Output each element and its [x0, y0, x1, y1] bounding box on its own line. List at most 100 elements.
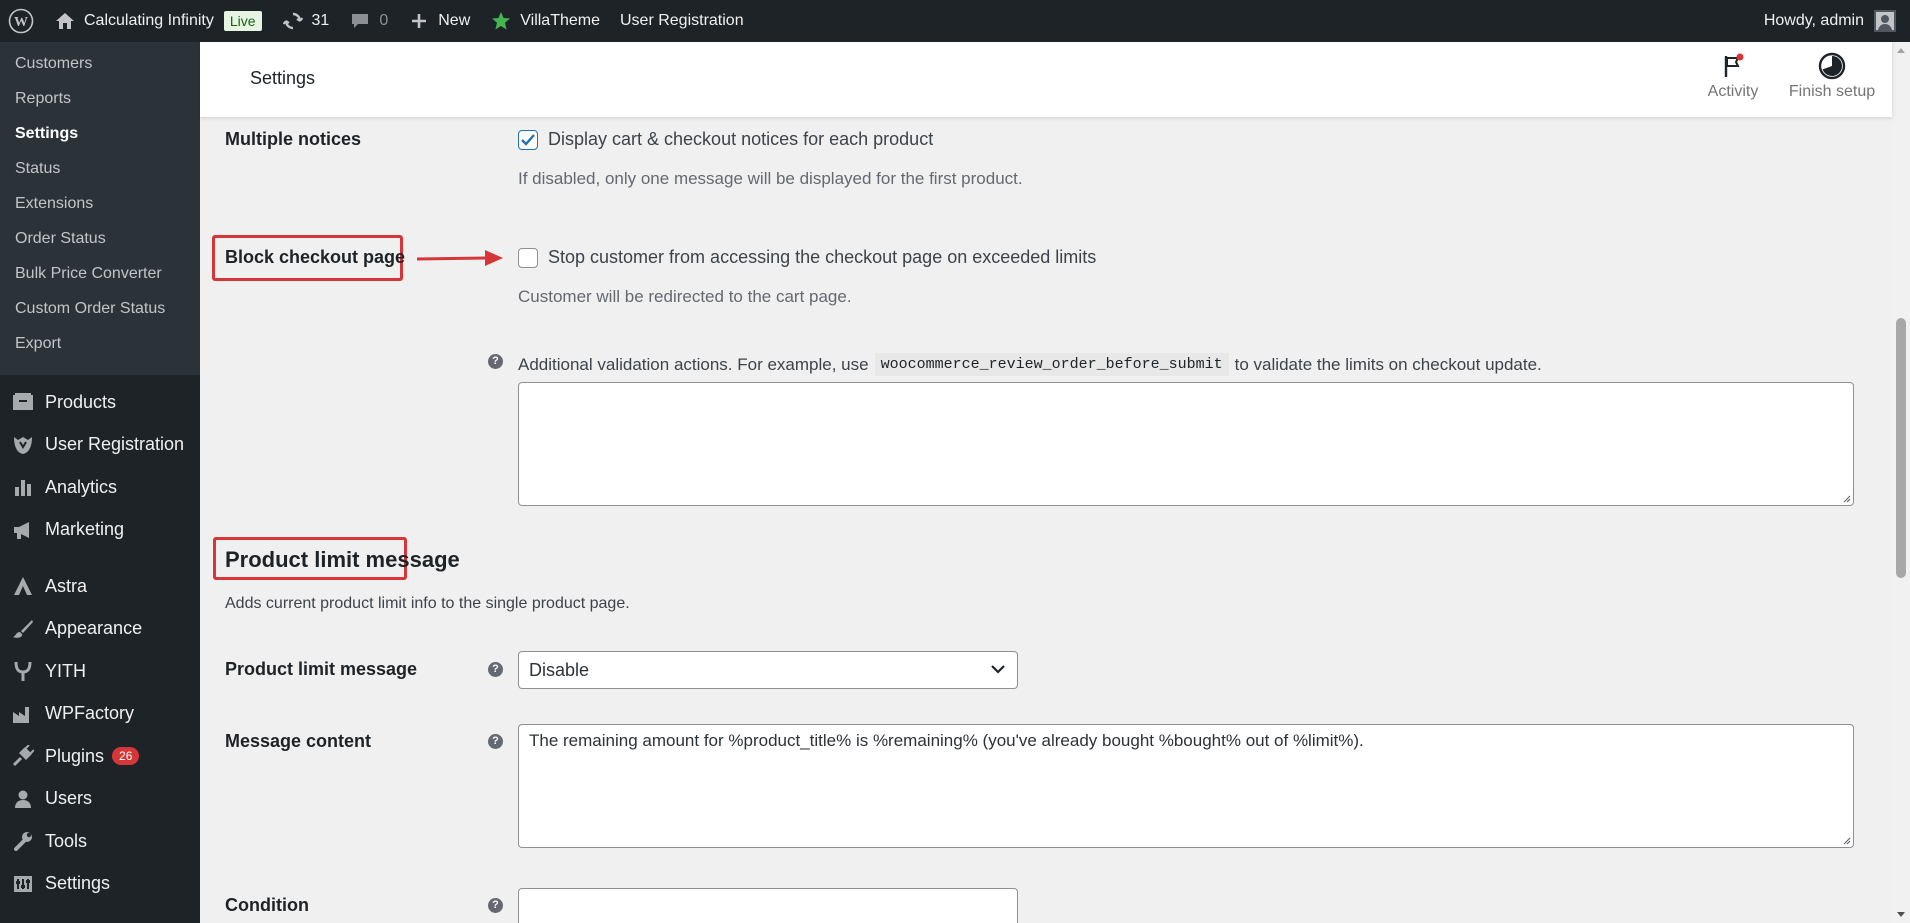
- menu-label: Tools: [45, 830, 88, 851]
- megaphone-icon: [10, 517, 36, 543]
- menu-label: YITH: [45, 660, 87, 681]
- validation-actions-textarea[interactable]: [518, 382, 1854, 506]
- multiple-notices-label: Multiple notices: [225, 129, 362, 149]
- users-icon: [10, 786, 36, 812]
- factory-icon: [10, 701, 36, 727]
- help-icon[interactable]: ?: [488, 354, 503, 369]
- woocommerce-submenu: Customers Reports Settings Status Extens…: [0, 42, 200, 375]
- wordpress-logo-icon: W: [8, 8, 34, 34]
- greeting: Howdy, admin: [1763, 12, 1864, 29]
- my-account-button[interactable]: Howdy, admin: [1764, 10, 1910, 32]
- checkmark-icon: [521, 133, 535, 146]
- settings-icon: [10, 871, 36, 897]
- plugins-update-badge: 26: [112, 747, 140, 766]
- main-menu: Products User Registration Analytics Mar…: [0, 375, 200, 905]
- updates-count: 31: [311, 12, 330, 29]
- svg-text:W: W: [14, 15, 28, 30]
- multiple-notices-option: Display cart & checkout notices for each…: [518, 129, 933, 150]
- product-limit-message-label: Product limit message: [225, 659, 418, 679]
- menu-item-users[interactable]: Users: [0, 778, 200, 821]
- plugin-icon: [10, 743, 36, 769]
- updates-button[interactable]: 31: [272, 0, 340, 42]
- flag-icon: [1719, 52, 1747, 80]
- site-name-button[interactable]: Calculating Infinity Live: [44, 0, 272, 42]
- user-registration-bar-button[interactable]: User Registration: [610, 0, 754, 42]
- villatheme-label: VillaTheme: [520, 12, 600, 29]
- menu-label: Marketing: [45, 519, 125, 540]
- new-label: New: [438, 12, 471, 29]
- wordpress-logo-button[interactable]: W: [0, 0, 44, 42]
- comments-button[interactable]: 0: [339, 0, 398, 42]
- menu-label: Settings: [45, 873, 111, 894]
- help-icon[interactable]: ?: [488, 734, 503, 749]
- multiple-notices-checkbox[interactable]: [518, 129, 538, 150]
- condition-input[interactable]: [518, 888, 1018, 923]
- progress-circle-icon: [1818, 52, 1846, 80]
- submenu-item-bulk-price-converter[interactable]: Bulk Price Converter: [0, 256, 200, 291]
- block-checkout-checkbox-label[interactable]: Stop customer from accessing the checkou…: [548, 247, 1096, 268]
- analytics-icon: [10, 474, 36, 500]
- message-content-label: Message content: [225, 731, 372, 751]
- page-title: Settings: [250, 68, 316, 88]
- menu-item-analytics[interactable]: Analytics: [0, 466, 200, 509]
- menu-label: WPFactory: [45, 703, 135, 724]
- submenu-item-extensions[interactable]: Extensions: [0, 186, 200, 221]
- menu-item-tools[interactable]: Tools: [0, 820, 200, 863]
- multiple-notices-checkbox-label[interactable]: Display cart & checkout notices for each…: [548, 129, 933, 150]
- menu-item-astra[interactable]: Astra: [0, 565, 200, 608]
- menu-item-marketing[interactable]: Marketing: [0, 509, 200, 552]
- paintbrush-icon: [10, 616, 36, 642]
- products-icon: [10, 389, 36, 415]
- finish-setup-button[interactable]: Finish setup: [1777, 52, 1887, 101]
- page-scrollbar[interactable]: [1892, 42, 1910, 923]
- menu-label: Astra: [45, 575, 88, 596]
- activity-label: Activity: [1707, 83, 1759, 100]
- comment-icon: [349, 10, 371, 32]
- new-content-button[interactable]: New: [398, 0, 480, 42]
- astra-icon: [10, 573, 36, 599]
- submenu-item-settings[interactable]: Settings: [0, 116, 200, 151]
- scrollbar-thumb[interactable]: [1896, 318, 1906, 578]
- submenu-item-reports[interactable]: Reports: [0, 81, 200, 116]
- menu-item-appearance[interactable]: Appearance: [0, 608, 200, 651]
- activity-button[interactable]: Activity: [1678, 52, 1788, 101]
- menu-item-products[interactable]: Products: [0, 381, 200, 424]
- woocommerce-header: Settings Activity Finish setup: [200, 42, 1892, 117]
- menu-item-wpfactory[interactable]: WPFactory: [0, 693, 200, 736]
- user-registration-icon: [10, 432, 36, 458]
- home-icon: [54, 10, 76, 32]
- block-checkout-option: Stop customer from accessing the checkou…: [518, 247, 1096, 268]
- product-limit-message-select[interactable]: Disable: [518, 651, 1018, 689]
- menu-label: User Registration: [45, 434, 185, 455]
- villatheme-button[interactable]: VillaTheme: [480, 0, 610, 42]
- hook-code: woocommerce_review_order_before_submit: [874, 353, 1229, 376]
- live-badge: Live: [223, 11, 262, 31]
- message-content-textarea[interactable]: The remaining amount for %product_title%…: [518, 724, 1854, 848]
- resize-handle-icon[interactable]: [1841, 493, 1851, 503]
- yith-icon: [10, 658, 36, 684]
- menu-item-settings[interactable]: Settings: [0, 863, 200, 906]
- menu-item-plugins[interactable]: Plugins 26: [0, 735, 200, 778]
- submenu-item-status[interactable]: Status: [0, 151, 200, 186]
- submenu-item-order-status[interactable]: Order Status: [0, 221, 200, 256]
- block-checkout-checkbox[interactable]: [518, 247, 538, 268]
- scroll-down-arrow-icon[interactable]: [1897, 912, 1905, 917]
- validation-text-before: Additional validation actions. For examp…: [518, 354, 869, 374]
- submenu-item-customers[interactable]: Customers: [0, 46, 200, 81]
- plus-icon: [408, 10, 430, 32]
- help-icon[interactable]: ?: [488, 662, 503, 677]
- submenu-item-export[interactable]: Export: [0, 326, 200, 361]
- avatar: [1874, 10, 1896, 32]
- menu-label: Products: [45, 391, 117, 412]
- scroll-up-arrow-icon[interactable]: [1897, 48, 1905, 53]
- help-icon[interactable]: ?: [488, 898, 503, 913]
- resize-handle-icon[interactable]: [1841, 835, 1851, 845]
- menu-item-yith[interactable]: YITH: [0, 650, 200, 693]
- comments-count: 0: [379, 12, 389, 29]
- annotation-arrow-icon: [416, 250, 503, 266]
- message-content-value: The remaining amount for %product_title%…: [529, 731, 1364, 750]
- menu-item-user-registration[interactable]: User Registration: [0, 424, 200, 467]
- submenu-item-custom-order-status[interactable]: Custom Order Status: [0, 291, 200, 326]
- condition-label: Condition: [225, 895, 309, 915]
- user-registration-bar-label: User Registration: [620, 12, 744, 29]
